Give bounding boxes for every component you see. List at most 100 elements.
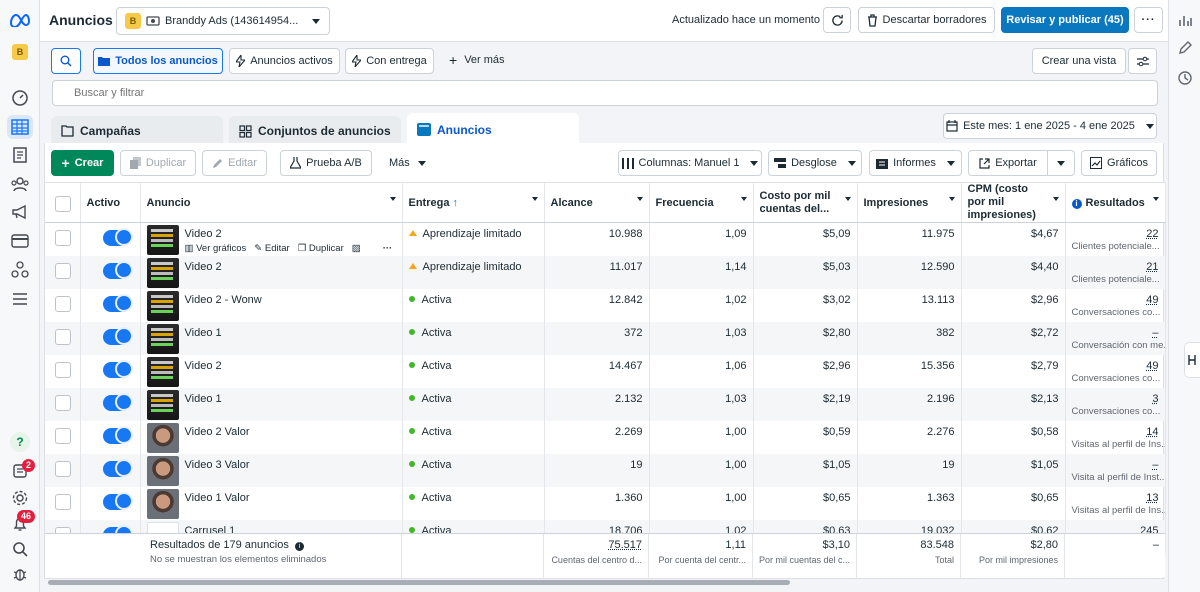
ad-thumbnail[interactable]	[146, 488, 179, 519]
duplicate-button[interactable]: Duplicar	[120, 150, 196, 176]
row-checkbox[interactable]	[55, 295, 71, 312]
header-impressions[interactable]: Impresiones	[857, 182, 962, 223]
row-checkbox[interactable]	[55, 427, 71, 444]
results-value[interactable]: 21	[1072, 261, 1158, 273]
horizontal-scrollbar[interactable]	[48, 580, 790, 585]
more-options-button[interactable]: ···	[1134, 7, 1163, 33]
table-row[interactable]: Video 1 Activa 2.132 1,03 $2,19 2.196 $2…	[45, 387, 1166, 421]
menu-icon[interactable]	[7, 287, 33, 311]
row-checkbox[interactable]	[55, 493, 71, 510]
history-clock-icon[interactable]	[1177, 70, 1193, 86]
table-row[interactable]: Video 2 - Wonw Activa 12.842 1,02 $3,02 …	[45, 288, 1166, 322]
results-value[interactable]: –	[1072, 327, 1158, 339]
ad-name[interactable]: Video 1	[185, 393, 222, 405]
header-frequency[interactable]: Frecuencia	[649, 182, 754, 223]
ad-name[interactable]: Video 2 - Wonw	[185, 294, 262, 306]
results-value[interactable]: 14	[1072, 426, 1158, 438]
ad-name[interactable]: Video 1 Valor	[185, 492, 250, 504]
search-filter-input[interactable]	[52, 80, 1158, 106]
preview-icon[interactable]: ▨	[352, 243, 361, 254]
tab-campaigns[interactable]: Campañas	[51, 116, 223, 146]
ad-thumbnail[interactable]	[146, 455, 179, 486]
ad-thumbnail[interactable]	[146, 323, 179, 354]
edit-pencil-icon[interactable]	[1177, 40, 1193, 56]
results-value[interactable]: 49	[1072, 294, 1158, 306]
discard-drafts-button[interactable]: Descartar borradores	[858, 7, 995, 33]
filter-active-ads[interactable]: Anuncios activos	[229, 48, 340, 74]
ad-name[interactable]: Video 2 Valor	[185, 426, 250, 438]
billing-card-icon[interactable]	[7, 229, 33, 253]
row-checkbox[interactable]	[55, 361, 71, 378]
ad-thumbnail[interactable]	[146, 422, 179, 453]
header-active[interactable]: Activo	[80, 182, 141, 223]
export-button[interactable]: Exportar	[968, 150, 1048, 176]
row-checkbox[interactable]	[55, 394, 71, 411]
reports-selector[interactable]: Informes	[869, 150, 962, 176]
review-publish-button[interactable]: Revisar y publicar (45)	[1001, 7, 1129, 33]
header-cpm[interactable]: CPM (costo por mil impresiones)	[961, 182, 1066, 223]
header-reach[interactable]: Alcance	[544, 182, 650, 223]
edit-link[interactable]: ✎ Editar	[254, 243, 289, 254]
date-range-picker[interactable]: Este mes: 1 ene 2025 - 4 ene 2025	[943, 113, 1157, 139]
export-options-button[interactable]	[1047, 150, 1075, 176]
search-icon[interactable]	[7, 537, 33, 561]
filter-with-delivery[interactable]: Con entrega	[345, 48, 434, 74]
ad-thumbnail[interactable]	[146, 290, 179, 321]
ad-name[interactable]: Video 2	[185, 360, 222, 372]
edit-button[interactable]: Editar	[202, 150, 267, 176]
dashboard-icon[interactable]	[7, 86, 33, 110]
business-tools-icon[interactable]	[7, 258, 33, 282]
header-cpm-accounts[interactable]: Costo por mil cuentas del...	[753, 182, 858, 223]
create-view-button[interactable]: Crear una vista	[1032, 48, 1126, 74]
table-row[interactable]: Video 3 Valor Activa 19 1,00 $1,05 19 $1…	[45, 453, 1166, 487]
table-row[interactable]: Video 2 Aprendizaje limitado 11.017 1,14…	[45, 255, 1166, 289]
ad-name[interactable]: Video 3 Valor	[185, 459, 250, 471]
view-settings-button[interactable]	[1128, 48, 1157, 74]
row-checkbox[interactable]	[55, 230, 71, 246]
bug-report-icon[interactable]	[7, 562, 33, 586]
side-panel-handle[interactable]	[1184, 342, 1200, 378]
results-value[interactable]: –	[1072, 459, 1158, 471]
ad-thumbnail[interactable]	[146, 356, 179, 387]
header-results[interactable]: i Resultados	[1065, 182, 1166, 223]
select-all-checkbox[interactable]	[55, 195, 71, 212]
account-selector[interactable]: B Branddy Ads (143614954...	[116, 7, 330, 35]
table-row[interactable]: Video 2 Activa 14.467 1,06 $2,96 15.356 …	[45, 354, 1166, 388]
row-checkbox[interactable]	[55, 262, 71, 279]
active-toggle[interactable]	[102, 425, 133, 444]
active-toggle[interactable]	[102, 458, 133, 477]
search-toggle-button[interactable]	[51, 48, 81, 74]
ad-name[interactable]: Video 1	[185, 327, 222, 339]
row-checkbox[interactable]	[55, 460, 71, 477]
tab-ads[interactable]: Anuncios	[407, 113, 579, 146]
more-menu-button[interactable]: Más	[389, 157, 426, 169]
duplicate-link[interactable]: ❐ Duplicar	[298, 243, 344, 254]
meta-logo-icon[interactable]	[7, 8, 33, 32]
results-value[interactable]: 49	[1072, 360, 1158, 372]
tab-adsets[interactable]: Conjuntos de anuncios	[229, 116, 401, 146]
header-ad[interactable]: Anuncio	[140, 182, 403, 223]
active-toggle[interactable]	[102, 293, 133, 312]
megaphone-icon[interactable]	[7, 200, 33, 224]
active-toggle[interactable]	[102, 326, 133, 345]
pages-icon[interactable]	[7, 143, 33, 167]
audiences-icon[interactable]	[7, 172, 33, 196]
ad-name[interactable]: Video 2	[185, 261, 222, 273]
row-checkbox[interactable]	[55, 328, 71, 345]
columns-selector[interactable]: Columnas: Manuel 1	[618, 150, 762, 176]
table-row[interactable]: Video 1 Valor Activa 1.360 1,00 $0,65 1.…	[45, 486, 1166, 520]
table-row[interactable]: Video 1 Activa 372 1,03 $2,80 382 $2,72 …	[45, 321, 1166, 355]
results-value[interactable]: 22	[1072, 228, 1158, 240]
bar-chart-icon[interactable]	[1177, 12, 1193, 28]
help-icon[interactable]: ?	[7, 430, 33, 454]
refresh-button[interactable]	[823, 7, 851, 33]
create-button[interactable]: + Crear	[51, 150, 114, 176]
active-toggle[interactable]	[102, 260, 133, 279]
table-row[interactable]: Video 2 ▥ Ver gráficos ✎ Editar ❐ Duplic…	[45, 222, 1166, 256]
active-toggle[interactable]	[102, 359, 133, 378]
more-dots-icon[interactable]: ···	[383, 243, 393, 254]
results-value[interactable]: 3	[1072, 393, 1158, 405]
view-charts-link[interactable]: ▥ Ver gráficos	[185, 243, 247, 254]
active-toggle[interactable]	[102, 228, 133, 246]
ad-thumbnail[interactable]	[146, 389, 179, 420]
